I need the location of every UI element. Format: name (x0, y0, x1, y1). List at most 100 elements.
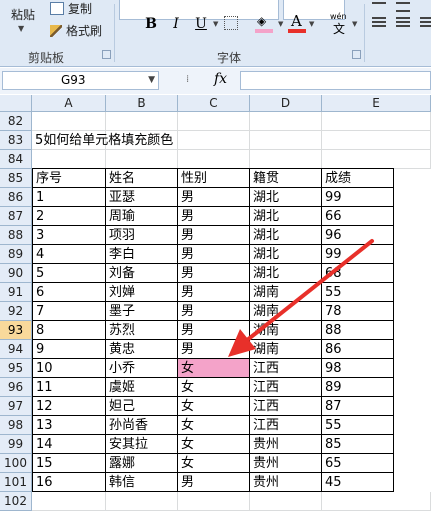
cell-c101[interactable]: 男 (178, 473, 250, 492)
cell-d97[interactable]: 江西 (250, 397, 322, 416)
cell-b89[interactable]: 李白 (106, 245, 178, 264)
cell-a84[interactable] (32, 150, 106, 169)
cell-b94[interactable]: 黄忠 (106, 340, 178, 359)
cell-b85[interactable]: 姓名 (106, 168, 178, 188)
formula-input[interactable] (240, 71, 431, 90)
cell-e82[interactable] (322, 112, 431, 131)
cell-e93[interactable]: 88 (322, 321, 394, 340)
row-header-88[interactable]: 88 (0, 226, 32, 245)
cell-d89[interactable]: 湖北 (250, 245, 322, 264)
row-header-93[interactable]: 93 (0, 321, 32, 340)
cell-b92[interactable]: 墨子 (106, 302, 178, 321)
cell-e92[interactable]: 78 (322, 302, 394, 321)
row-header-99[interactable]: 99 (0, 435, 32, 454)
cell-e88[interactable]: 96 (322, 226, 394, 245)
align-center-icon[interactable] (396, 17, 410, 29)
paste-dropdown-icon[interactable]: ▼ (18, 24, 24, 33)
cell-c89[interactable]: 男 (178, 245, 250, 264)
cell-e100[interactable]: 65 (322, 454, 394, 473)
align-top-button[interactable] (372, 2, 386, 12)
fill-color-dropdown-icon[interactable]: ▼ (278, 20, 283, 28)
cell-c92[interactable]: 男 (178, 302, 250, 321)
cell-a95[interactable]: 10 (32, 359, 106, 378)
select-all-corner[interactable] (0, 95, 32, 112)
cell-c87[interactable]: 男 (178, 207, 250, 226)
cell-e94[interactable]: 86 (322, 340, 394, 359)
row-header-91[interactable]: 91 (0, 283, 32, 302)
cell-d98[interactable]: 江西 (250, 416, 322, 435)
cell-c85[interactable]: 性别 (178, 168, 250, 188)
cell-e83[interactable] (322, 131, 431, 150)
cell-e90[interactable]: 68 (322, 264, 394, 283)
cell-d99[interactable]: 贵州 (250, 435, 322, 454)
row-header-86[interactable]: 86 (0, 188, 32, 207)
cell-b90[interactable]: 刘备 (106, 264, 178, 283)
cell-a90[interactable]: 5 (32, 264, 106, 283)
cell-d102[interactable] (250, 492, 322, 511)
cell-a82[interactable] (32, 112, 106, 131)
cell-e102[interactable] (322, 492, 431, 511)
cell-c84[interactable] (178, 150, 250, 169)
insert-function-button[interactable]: fx (214, 71, 227, 87)
column-header-b[interactable]: B (106, 95, 178, 112)
cell-a91[interactable]: 6 (32, 283, 106, 302)
row-header-90[interactable]: 90 (0, 264, 32, 283)
cell-e97[interactable]: 87 (322, 397, 394, 416)
cell-d96[interactable]: 江西 (250, 378, 322, 397)
align-right-icon[interactable] (420, 17, 431, 29)
cell-a94[interactable]: 9 (32, 340, 106, 359)
row-header-97[interactable]: 97 (0, 397, 32, 416)
cell-a85[interactable]: 序号 (32, 168, 106, 188)
underline-dropdown-icon[interactable]: ▼ (213, 20, 218, 28)
cell-d91[interactable]: 湖南 (250, 283, 322, 302)
font-color-button[interactable]: A (286, 12, 308, 34)
cell-c99[interactable]: 女 (178, 435, 250, 454)
cell-e87[interactable]: 66 (322, 207, 394, 226)
cell-c95[interactable]: 女 (178, 359, 250, 378)
cell-c93[interactable]: 男 (178, 321, 250, 340)
column-header-d[interactable]: D (250, 95, 322, 112)
fill-color-button[interactable]: ◈ (254, 14, 278, 34)
cell-a102[interactable] (32, 492, 106, 511)
row-header-100[interactable]: 100 (0, 454, 32, 473)
cell-b97[interactable]: 妲己 (106, 397, 178, 416)
cell-b93[interactable]: 苏烈 (106, 321, 178, 340)
clipboard-launcher-icon[interactable] (102, 50, 111, 59)
row-header-96[interactable]: 96 (0, 378, 32, 397)
cell-c100[interactable]: 女 (178, 454, 250, 473)
row-header-85[interactable]: 85 (0, 169, 32, 188)
cell-e98[interactable]: 55 (322, 416, 394, 435)
cell-a92[interactable]: 7 (32, 302, 106, 321)
cell-e96[interactable]: 89 (322, 378, 394, 397)
cell-c88[interactable]: 男 (178, 226, 250, 245)
cell-d82[interactable] (250, 112, 322, 131)
cell-b88[interactable]: 项羽 (106, 226, 178, 245)
cell-a88[interactable]: 3 (32, 226, 106, 245)
cell-d93[interactable]: 湖南 (250, 321, 322, 340)
cell-e85[interactable]: 成绩 (322, 168, 394, 188)
italic-button[interactable]: I (165, 14, 187, 34)
name-box-dropdown-icon[interactable]: ▼ (148, 72, 155, 89)
cell-e101[interactable]: 45 (322, 473, 394, 492)
cell-d87[interactable]: 湖北 (250, 207, 322, 226)
cell-c96[interactable]: 女 (178, 378, 250, 397)
paste-button[interactable]: 粘贴 (6, 6, 40, 24)
row-header-94[interactable]: 94 (0, 340, 32, 359)
font-color-dropdown-icon[interactable]: ▼ (309, 20, 314, 28)
cell-d86[interactable]: 湖北 (250, 188, 322, 207)
cell-b98[interactable]: 孙尚香 (106, 416, 178, 435)
cell-b99[interactable]: 安其拉 (106, 435, 178, 454)
cell-c91[interactable]: 男 (178, 283, 250, 302)
cell-d88[interactable]: 湖北 (250, 226, 322, 245)
cell-c94[interactable]: 男 (178, 340, 250, 359)
cell-d95[interactable]: 江西 (250, 359, 322, 378)
row-header-98[interactable]: 98 (0, 416, 32, 435)
cell-d83[interactable] (250, 131, 322, 150)
cell-b86[interactable]: 亚瑟 (106, 188, 178, 207)
cell-d100[interactable]: 贵州 (250, 454, 322, 473)
cell-e86[interactable]: 99 (322, 188, 394, 207)
row-header-89[interactable]: 89 (0, 245, 32, 264)
cell-a89[interactable]: 4 (32, 245, 106, 264)
cell-d92[interactable]: 湖南 (250, 302, 322, 321)
borders-button[interactable] (224, 16, 238, 30)
